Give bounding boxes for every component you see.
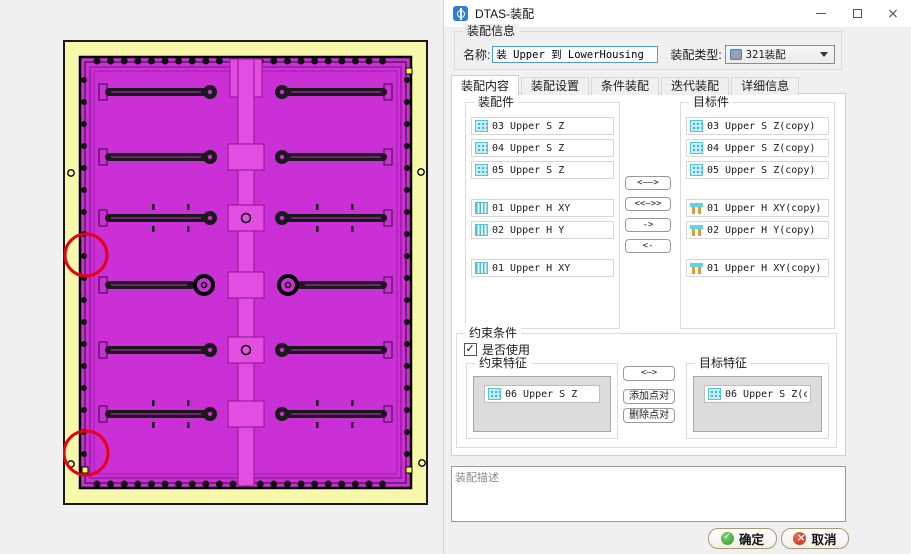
hole-icon: [475, 224, 488, 236]
app-icon: [453, 6, 468, 21]
source-parts-list: 03 Upper S Z 04 Upper S Z 05 Upper S Z 0…: [471, 117, 614, 281]
surface-icon: [488, 388, 501, 400]
surface-icon: [475, 164, 488, 176]
part-item[interactable]: 04 Upper S Z: [471, 139, 614, 157]
constraint-group-label: 约束条件: [465, 326, 522, 340]
maximize-button[interactable]: [839, 0, 875, 27]
type-label: 装配类型:: [670, 48, 722, 62]
assembly-type-value: 321装配: [745, 49, 786, 61]
surface-icon: [475, 120, 488, 132]
maximize-icon: [852, 9, 862, 18]
target-feature-panel: 06 Upper S Z(copy): [693, 376, 822, 432]
part-item[interactable]: 01 Upper H XY(copy): [686, 199, 829, 217]
part-item[interactable]: 02 Upper H Y(copy): [686, 221, 829, 239]
part-item[interactable]: 02 Upper H Y: [471, 221, 614, 239]
name-label: 名称:: [463, 48, 491, 62]
surface-icon: [690, 142, 703, 154]
part-item[interactable]: 05 Upper S Z: [471, 161, 614, 179]
source-parts-group: 装配件 03 Upper S Z 04 Upper S Z 05 Upper S…: [465, 95, 620, 329]
source-parts-group-label: 装配件: [474, 95, 519, 109]
chevron-down-icon: [820, 52, 828, 57]
tab-iterative-assembly[interactable]: 迭代装配: [661, 77, 730, 95]
tab-assembly-settings[interactable]: 装配设置: [521, 77, 590, 95]
target-parts-group: 目标件 03 Upper S Z(copy) 04 Upper S Z(copy…: [680, 95, 835, 329]
constraint-feature-item[interactable]: 06 Upper S Z: [484, 385, 600, 403]
minimize-icon: [816, 12, 826, 15]
move-left-button[interactable]: <-: [625, 239, 671, 253]
cad-assembly-drawing[interactable]: [63, 40, 428, 505]
surface-icon: [690, 120, 703, 132]
pin-icon: [690, 202, 703, 214]
cad-viewport-area: [0, 0, 443, 554]
constraint-feature-group-label: 约束特征: [475, 356, 532, 370]
dtas-assembly-dialog: DTAS-装配 × 装配信息 名称: 装配类型: 321装配 装配内容 装配设置…: [443, 0, 911, 554]
target-feature-group: 目标特征 06 Upper S Z(copy): [686, 356, 829, 439]
constraint-conditions-group: 约束条件 是否使用 约束特征 06 Upper S Z <—> 添加点对 删除点…: [456, 326, 837, 448]
close-button[interactable]: ×: [875, 0, 911, 27]
hole-icon: [475, 262, 488, 274]
window-title: DTAS-装配: [475, 7, 535, 21]
cancel-x-icon: [793, 531, 807, 545]
part-item[interactable]: 04 Upper S Z(copy): [686, 139, 829, 157]
assembly-name-input[interactable]: [492, 46, 659, 63]
ok-check-icon: [720, 532, 734, 545]
link-all-button[interactable]: <<—>>: [625, 197, 671, 211]
assembly-info-group-label: 装配信息: [463, 24, 520, 38]
part-item[interactable]: 01 Upper H XY: [471, 259, 614, 277]
tab-conditional-assembly[interactable]: 条件装配: [591, 77, 660, 95]
part-item[interactable]: 03 Upper S Z(copy): [686, 117, 829, 135]
part-item[interactable]: 01 Upper H XY(copy): [686, 259, 829, 277]
target-feature-group-label: 目标特征: [695, 356, 752, 370]
tab-assembly-content[interactable]: 装配内容: [451, 75, 520, 96]
target-parts-list: 03 Upper S Z(copy) 04 Upper S Z(copy) 05…: [686, 117, 829, 281]
cancel-button-label: 取消: [811, 533, 837, 547]
part-item[interactable]: 05 Upper S Z(copy): [686, 161, 829, 179]
link-pair-button[interactable]: <——>: [625, 176, 671, 190]
pin-icon: [690, 262, 703, 274]
constraint-feature-group: 约束特征 06 Upper S Z: [466, 356, 618, 439]
remove-point-pair-button[interactable]: 删除点对: [623, 408, 675, 423]
pin-icon: [690, 224, 703, 236]
assembly-description-textarea[interactable]: [451, 466, 846, 522]
move-right-button[interactable]: ->: [625, 218, 671, 232]
assembly-type-select[interactable]: 321装配: [724, 45, 835, 64]
constraint-link-button[interactable]: <—>: [623, 366, 675, 381]
target-parts-group-label: 目标件: [689, 95, 734, 109]
assembly-info-group: 装配信息 名称: 装配类型: 321装配: [454, 24, 842, 70]
ok-button-label: 确定: [738, 533, 764, 547]
add-point-pair-button[interactable]: 添加点对: [623, 389, 675, 404]
part-item[interactable]: 03 Upper S Z: [471, 117, 614, 135]
close-icon: ×: [887, 5, 899, 22]
cancel-button[interactable]: 取消: [781, 528, 849, 549]
use-constraint-checkbox[interactable]: [464, 342, 477, 356]
tab-details[interactable]: 详细信息: [731, 77, 800, 95]
surface-icon: [690, 164, 703, 176]
hole-icon: [475, 202, 488, 214]
tab-strip: 装配内容 装配设置 条件装配 迭代装配 详细信息: [451, 74, 801, 96]
ok-button[interactable]: 确定: [708, 528, 777, 549]
surface-icon: [708, 388, 721, 400]
part-item[interactable]: 01 Upper H XY: [471, 199, 614, 217]
target-feature-item[interactable]: 06 Upper S Z(copy): [704, 385, 811, 403]
surface-icon: [475, 142, 488, 154]
tab-panel-assembly-content: 装配件 03 Upper S Z 04 Upper S Z 05 Upper S…: [451, 93, 846, 456]
constraint-feature-panel: 06 Upper S Z: [473, 376, 611, 432]
assembly-type-icon: [729, 49, 742, 60]
minimize-button[interactable]: [803, 0, 839, 27]
